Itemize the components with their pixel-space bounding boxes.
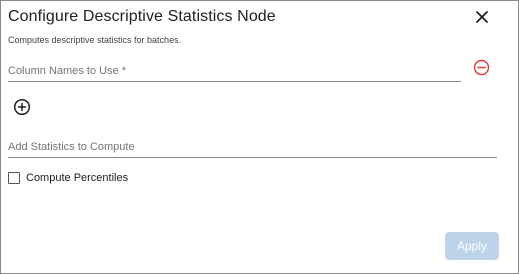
column-names-field xyxy=(8,61,461,82)
statistics-input[interactable] xyxy=(8,137,497,157)
remove-column-button[interactable] xyxy=(473,59,490,76)
dialog-subtitle: Computes descriptive statistics for batc… xyxy=(8,35,182,45)
close-icon xyxy=(476,11,488,23)
remove-circle-icon xyxy=(473,59,490,76)
add-circle-icon xyxy=(13,98,31,116)
dialog-title: Configure Descriptive Statistics Node xyxy=(8,8,276,25)
statistics-field xyxy=(8,137,497,158)
add-column-button[interactable] xyxy=(13,98,31,116)
column-names-input[interactable] xyxy=(8,61,461,81)
compute-percentiles-label: Compute Percentiles xyxy=(26,172,129,184)
configure-node-dialog: Configure Descriptive Statistics Node Co… xyxy=(0,0,519,274)
apply-button[interactable]: Apply xyxy=(445,232,499,260)
close-button[interactable] xyxy=(471,6,493,28)
compute-percentiles-checkbox[interactable] xyxy=(8,172,20,184)
compute-percentiles-row[interactable]: Compute Percentiles xyxy=(8,171,128,185)
